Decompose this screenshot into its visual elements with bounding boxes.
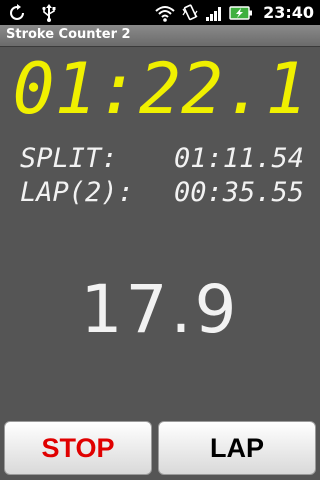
lap-label: LAP(2): [20,177,134,208]
lap-button[interactable]: LAP [158,421,316,475]
app-screen: 23:40 Stroke Counter 2 01:22.1 SPLIT: 01… [0,0,320,480]
app-title-bar: Stroke Counter 2 [0,25,320,47]
sync-icon [10,3,24,20]
status-bar-right: 23:40 [155,2,314,23]
lap-value: 00:35.55 [173,177,304,208]
app-title: Stroke Counter 2 [6,27,131,42]
status-bar: 23:40 [0,0,320,25]
split-value: 01:11.54 [173,143,304,174]
wifi-icon [155,5,175,22]
stop-button[interactable]: STOP [4,421,152,475]
stroke-rate: 17.9 [80,271,240,348]
elapsed-timer: 01:22.1 [12,48,308,130]
status-bar-left [8,3,58,22]
split-label: SPLIT: [20,143,118,174]
signal-icon [206,6,222,21]
status-bar-clock: 23:40 [263,3,314,22]
battery-charging-icon [229,5,253,20]
lap-row: LAP(2): 00:35.55 [20,176,310,210]
usb-icon [42,3,56,22]
split-row: SPLIT: 01:11.54 [20,142,310,176]
vibrate-icon [182,3,198,20]
